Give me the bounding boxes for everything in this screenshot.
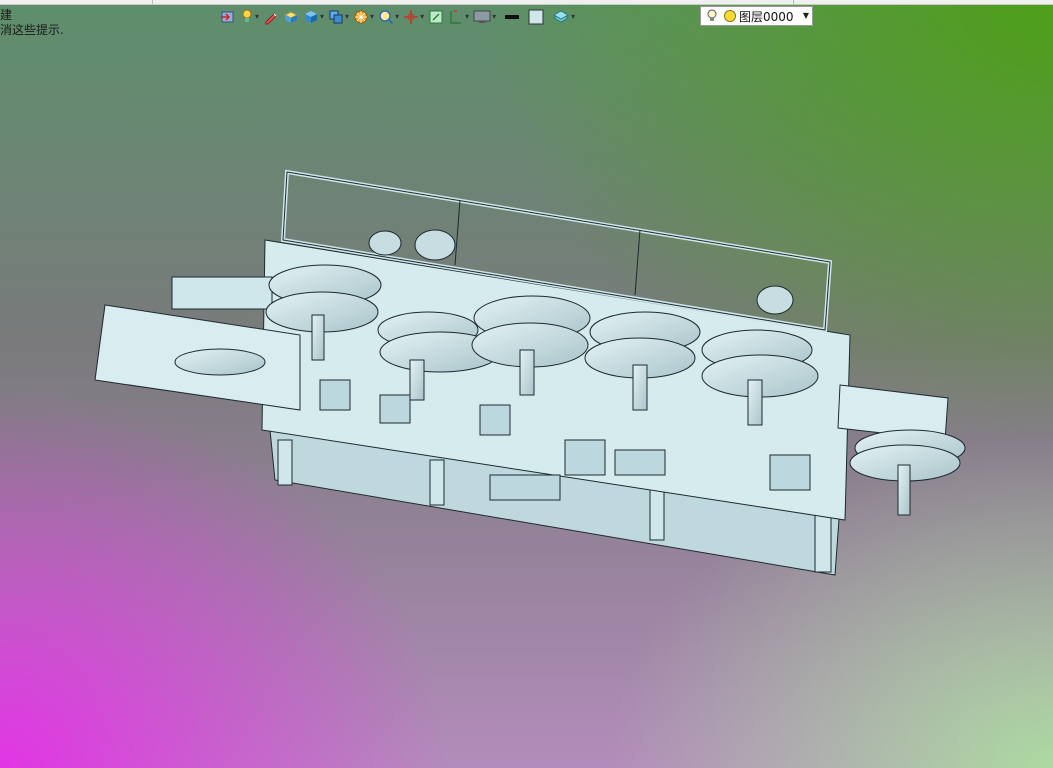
mechanism-block <box>564 439 606 476</box>
frame-leg <box>649 489 665 541</box>
spindle <box>632 364 648 411</box>
mechanism-block <box>379 394 411 424</box>
mechanism-block <box>489 474 561 501</box>
mechanism-block <box>479 404 511 436</box>
turntable-disc <box>174 348 266 376</box>
left-feed-block <box>171 276 273 310</box>
mechanism-block <box>769 454 811 491</box>
motor <box>414 229 456 261</box>
cad-model-viewport[interactable] <box>0 0 1053 768</box>
mechanism-block <box>614 449 666 476</box>
frame-leg <box>277 439 293 486</box>
spindle <box>519 349 535 396</box>
frame-leg <box>814 509 832 573</box>
motor <box>368 230 402 256</box>
spindle <box>311 314 325 361</box>
spindle <box>409 359 425 401</box>
motor <box>756 285 794 315</box>
frame-leg <box>429 459 445 506</box>
mechanism-block <box>319 379 351 411</box>
spindle <box>747 379 763 426</box>
spindle <box>897 464 911 516</box>
